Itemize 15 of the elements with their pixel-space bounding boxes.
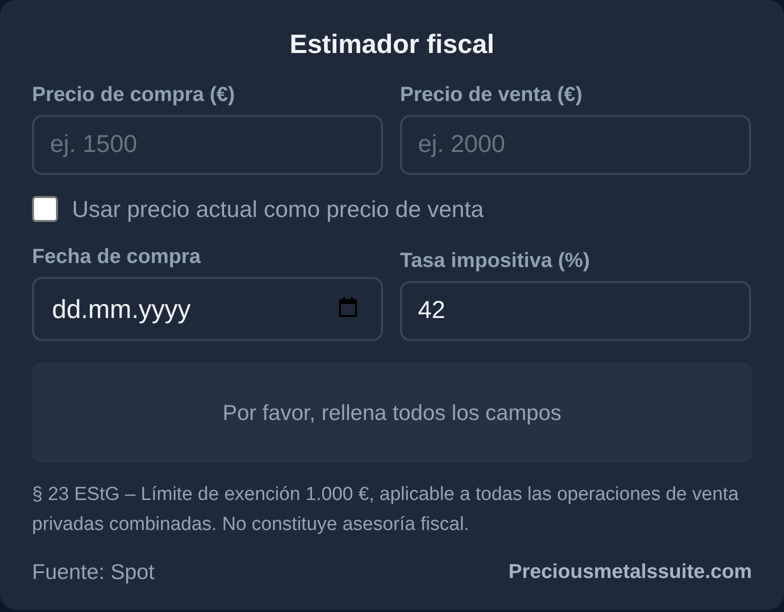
disclaimer-text: § 23 EStG – Límite de exención 1.000 €, aplicable a todas las operaciones de venta privadas combinadas. No constituye asesoría fiscal. <box>32 483 740 537</box>
field-label: Tasa impositiva (%) <box>400 249 590 273</box>
checkbox[interactable] <box>32 196 58 222</box>
source-text: Fuente: Spot <box>32 559 154 585</box>
status-message: Por favor, rellena todos los campos <box>32 362 752 463</box>
input-field[interactable]: ej. 2000 <box>400 115 751 175</box>
input-field[interactable]: ej. 1500 <box>32 115 383 175</box>
field-label: Fecha de compra <box>32 245 201 269</box>
checkbox-label[interactable]: Usar precio actual como precio de venta <box>72 196 484 222</box>
field-label: Precio de venta (€) <box>400 83 582 107</box>
input-field[interactable]: 42 <box>400 281 751 341</box>
brand-link[interactable]: Preciousmetalssuite.com <box>508 559 752 585</box>
field-label: Precio de compra (€) <box>32 83 235 107</box>
panel-title: Estimador fiscal <box>288 28 496 60</box>
date-field[interactable]: dd.mm.yyyy <box>32 277 383 341</box>
